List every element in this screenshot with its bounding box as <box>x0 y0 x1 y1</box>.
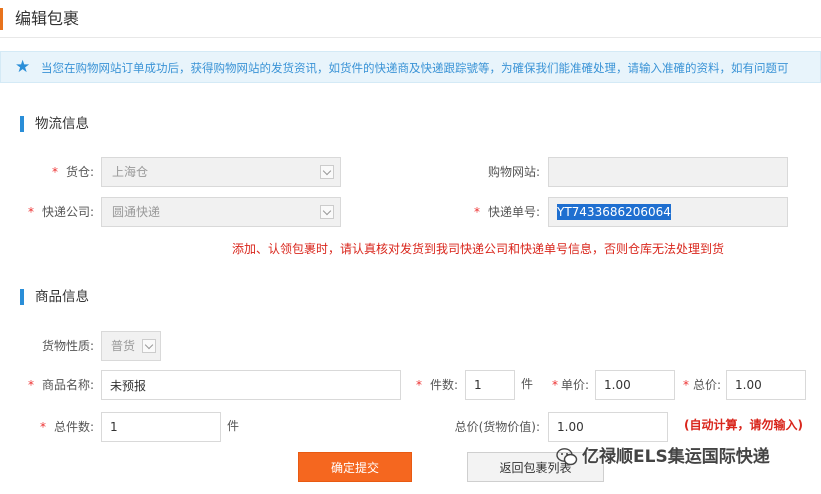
goods-nature-label: 货物性质: <box>41 339 94 353</box>
courier-label: * 快递公司: <box>0 198 94 226</box>
total-pieces-input[interactable] <box>101 412 221 442</box>
chevron-down-icon <box>142 339 156 353</box>
required-mark: * <box>27 205 34 219</box>
pieces-unit: 件 <box>521 377 534 391</box>
required-mark: * <box>51 165 58 179</box>
total-price-input[interactable] <box>726 370 806 400</box>
auto-calc-note: (自动计算，请勿输入) <box>684 418 803 432</box>
goods-name-label: * 商品名称: <box>0 371 94 399</box>
pieces-input[interactable] <box>465 370 515 400</box>
required-mark: * <box>415 378 422 392</box>
goods-nature-value: 普货 <box>111 339 136 353</box>
warehouse-select[interactable]: 上海仓 <box>101 157 341 187</box>
total-price-label: * 总价: <box>676 371 721 399</box>
goods-name-input[interactable] <box>101 370 401 400</box>
warehouse-value: 上海仓 <box>112 165 149 179</box>
total-pieces-unit: 件 <box>227 419 240 433</box>
tracking-value: YT7433686206064 <box>557 204 671 220</box>
required-mark: * <box>27 378 34 392</box>
warehouse-label: * 货仓: <box>0 158 94 186</box>
required-mark: * <box>39 420 46 434</box>
notice-text: 当您在购物网站订单成功后，获得购物网站的发货资讯，如货件的快递商及快递跟踪號等，… <box>41 61 789 75</box>
star-icon: ★ <box>15 57 31 77</box>
tracking-warning: 添加、认领包裹时，请认真核对发货到我司快递公司和快递单号信息，否则仓库无法处理到… <box>232 242 725 256</box>
goods-section-title: 商品信息 <box>20 289 89 305</box>
declared-total-input[interactable] <box>548 412 668 442</box>
title-divider <box>0 37 821 38</box>
wechat-icon <box>556 448 578 466</box>
logistics-section-title: 物流信息 <box>20 116 89 132</box>
goods-nature-select[interactable]: 普货 <box>101 331 161 361</box>
pieces-label: * 件数: <box>400 371 458 399</box>
warehouse-label-text: 货仓: <box>65 165 94 179</box>
tracking-label: * 快递单号: <box>440 198 540 226</box>
required-mark: * <box>682 378 689 392</box>
required-mark: * <box>473 205 480 219</box>
tracking-label-text: 快递单号: <box>487 205 540 219</box>
notice-banner: ★ 当您在购物网站订单成功后，获得购物网站的发货资讯，如货件的快递商及快递跟踪號… <box>0 51 821 83</box>
total-pieces-label-text: 总件数: <box>53 420 94 434</box>
total-pieces-label: * 总件数: <box>0 413 94 441</box>
watermark-text: 亿禄顺ELS集运国际快递 <box>582 447 770 467</box>
unit-price-input[interactable] <box>595 370 675 400</box>
pieces-label-text: 件数: <box>429 378 458 392</box>
required-mark: * <box>551 378 558 392</box>
goods-name-label-text: 商品名称: <box>41 378 94 392</box>
unit-price-label-text: 单价: <box>560 378 589 392</box>
page-title: 编辑包裹 <box>0 8 79 30</box>
shop-site-label: 购物网站: <box>487 165 540 179</box>
declared-total-label: 总价(货物价值): <box>454 420 540 434</box>
shop-site-input[interactable] <box>548 157 788 187</box>
chevron-down-icon <box>320 165 334 179</box>
total-price-label-text: 总价: <box>692 378 721 392</box>
submit-button[interactable]: 确定提交 <box>298 452 412 482</box>
tracking-input[interactable]: YT7433686206064 <box>548 197 788 227</box>
courier-select[interactable]: 圆通快递 <box>101 197 341 227</box>
courier-label-text: 快递公司: <box>41 205 94 219</box>
courier-value: 圆通快递 <box>112 205 161 219</box>
chevron-down-icon <box>320 205 334 219</box>
unit-price-label: * 单价: <box>540 371 589 399</box>
